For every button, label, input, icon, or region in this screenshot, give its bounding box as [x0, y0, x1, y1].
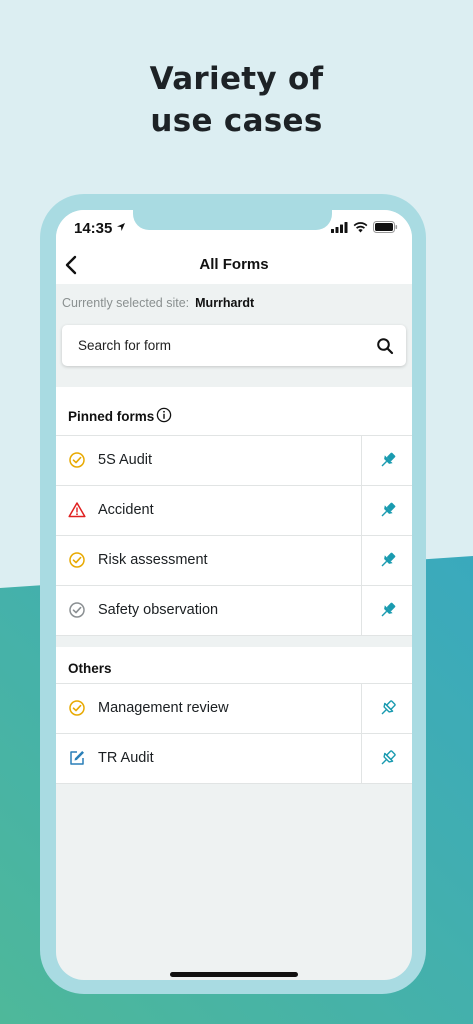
pinned-forms-title: Pinned forms — [68, 409, 155, 424]
form-row-tr-audit[interactable]: TR Audit — [56, 733, 412, 784]
pinned-forms-section: Pinned forms 5S Audit Accident Risk asse… — [56, 387, 412, 636]
search-icon[interactable] — [376, 337, 394, 355]
row-divider — [361, 536, 362, 585]
home-indicator[interactable] — [170, 972, 298, 977]
row-divider — [361, 586, 362, 635]
pin-filled-icon[interactable] — [378, 450, 398, 470]
row-divider — [361, 436, 362, 485]
form-row-risk-assessment[interactable]: Risk assessment — [56, 535, 412, 585]
phone-notch — [133, 210, 332, 230]
headline-line-1: Variety of — [149, 61, 324, 97]
form-row-5s-audit[interactable]: 5S Audit — [56, 435, 412, 485]
warning-triangle-icon — [68, 502, 86, 518]
pin-filled-icon[interactable] — [378, 500, 398, 520]
check-circle-icon — [69, 700, 85, 716]
info-icon[interactable] — [156, 407, 172, 423]
row-divider — [361, 684, 362, 733]
edit-square-icon — [70, 751, 84, 765]
check-circle-icon — [69, 452, 85, 468]
selected-site: Currently selected site: Murrhardt — [62, 296, 254, 310]
form-row-safety-observation[interactable]: Safety observation — [56, 585, 412, 636]
phone-screen: 14:35 All Forms Currently selected site:… — [56, 210, 412, 980]
pinned-forms-header: Pinned forms — [56, 387, 412, 435]
row-divider — [361, 734, 362, 783]
search-placeholder: Search for form — [78, 338, 172, 353]
nav-bar: All Forms — [56, 246, 412, 284]
row-divider — [361, 486, 362, 535]
form-label: Management review — [98, 700, 229, 716]
battery-icon — [373, 221, 398, 233]
form-label: Safety observation — [98, 602, 219, 618]
others-section: Others Management review TR Audit — [56, 647, 412, 784]
form-row-accident[interactable]: Accident — [56, 485, 412, 535]
pin-outline-icon[interactable] — [378, 698, 398, 718]
status-icons — [331, 221, 398, 233]
pin-filled-icon[interactable] — [378, 550, 398, 570]
pin-filled-icon[interactable] — [378, 600, 398, 620]
check-circle-icon — [69, 552, 85, 568]
selected-site-label: Currently selected site: — [62, 296, 190, 310]
search-input[interactable]: Search for form — [62, 325, 406, 366]
form-row-management-review[interactable]: Management review — [56, 683, 412, 733]
cellular-signal-icon — [331, 221, 348, 233]
form-label: TR Audit — [98, 750, 154, 766]
form-label: 5S Audit — [98, 452, 153, 468]
page-title: All Forms — [199, 256, 269, 273]
headline: Variety of use cases — [0, 58, 473, 142]
headline-line-2: use cases — [150, 103, 323, 139]
others-header: Others — [56, 647, 412, 683]
form-label: Risk assessment — [98, 552, 208, 568]
others-title: Others — [68, 661, 112, 676]
wifi-icon — [353, 221, 368, 232]
selected-site-name: Murrhardt — [195, 296, 255, 310]
pin-outline-icon[interactable] — [378, 748, 398, 768]
location-arrow-icon — [117, 223, 125, 231]
form-label: Accident — [98, 502, 154, 518]
check-circle-icon — [69, 602, 85, 618]
status-time: 14:35 — [74, 220, 113, 237]
